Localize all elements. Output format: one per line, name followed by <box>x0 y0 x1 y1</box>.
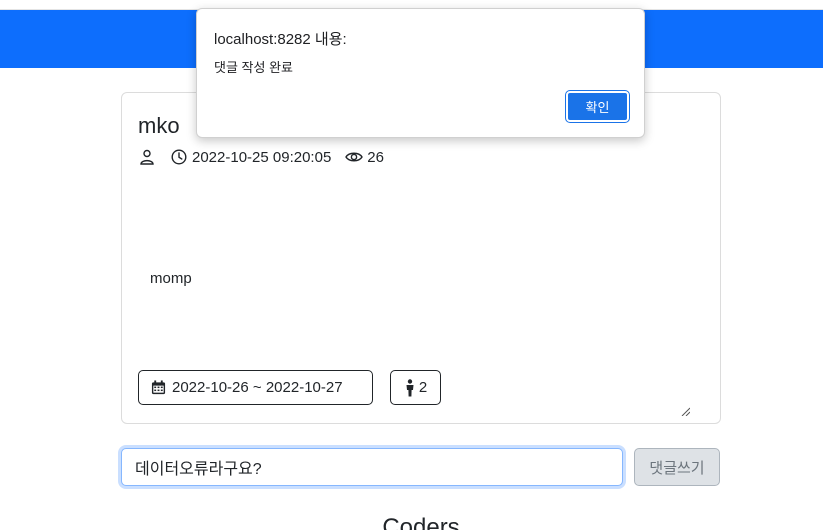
eye-icon <box>345 148 364 166</box>
alert-dialog: localhost:8282 내용: 댓글 작성 완료 확인 <box>196 8 645 138</box>
date-range-badge: 2022-10-26 ~ 2022-10-27 <box>138 370 373 405</box>
clock-icon <box>170 148 188 166</box>
calendar-icon <box>151 379 167 396</box>
post-created-at: 2022-10-25 09:20:05 <box>192 148 332 166</box>
post-title: mko <box>138 113 180 138</box>
post-views: 26 <box>367 148 384 166</box>
dialog-origin: localhost:8282 내용: <box>214 31 347 48</box>
people-count: 2 <box>418 379 428 396</box>
person-icon <box>138 148 156 166</box>
page: mko 2022-10-25 09:20:05 26 momp 2022-10-… <box>0 0 823 530</box>
dialog-message: 댓글 작성 완료 <box>214 60 293 75</box>
comment-submit-button[interactable]: 댓글쓰기 <box>634 448 720 486</box>
post-meta: 2022-10-25 09:20:05 26 <box>138 147 384 167</box>
resize-grip-icon[interactable] <box>680 406 690 416</box>
post-content: momp <box>150 270 192 287</box>
person-standing-icon <box>404 378 416 397</box>
post-content-textarea[interactable]: momp <box>138 183 704 416</box>
section-title: Coders <box>382 514 460 530</box>
post-card: mko 2022-10-25 09:20:05 26 momp 2022-10-… <box>121 92 721 424</box>
people-count-badge: 2 <box>390 370 441 405</box>
comment-input[interactable] <box>121 448 623 486</box>
dialog-ok-button[interactable]: 확인 <box>565 90 630 123</box>
date-range-text: 2022-10-26 ~ 2022-10-27 <box>172 379 343 396</box>
